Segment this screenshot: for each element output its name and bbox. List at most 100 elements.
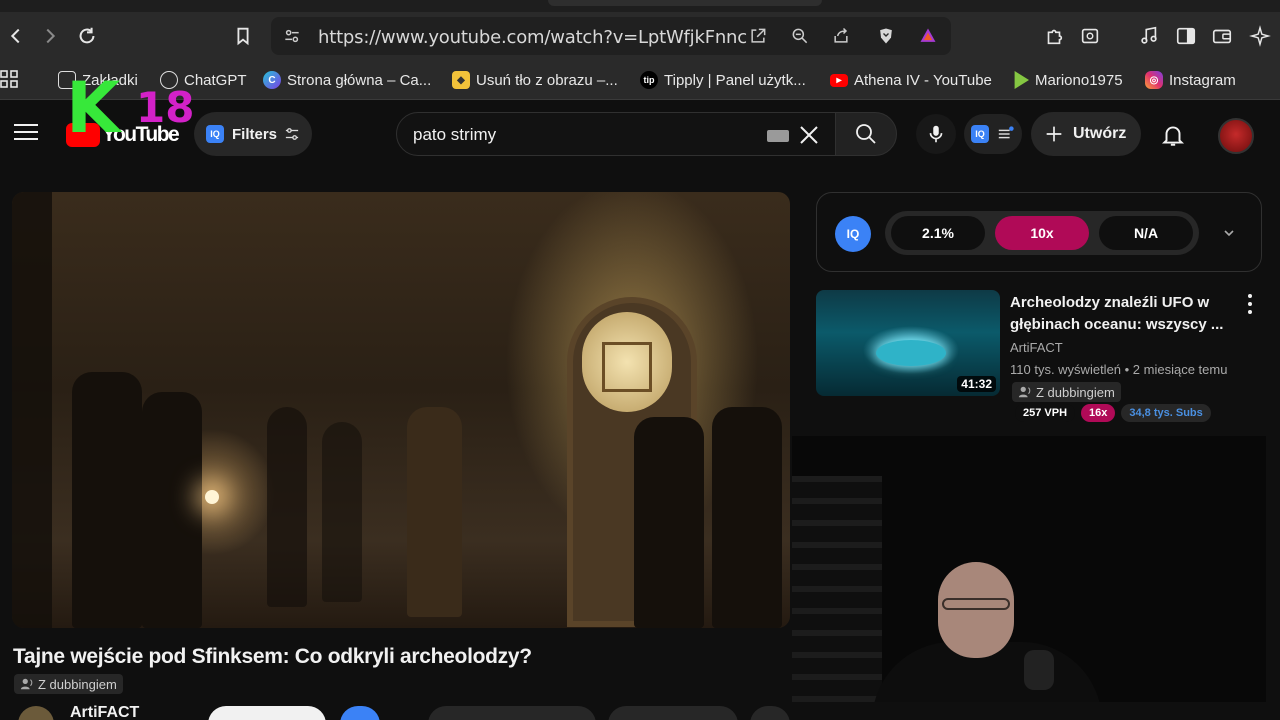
bookmark-instagram[interactable]: ◎ Instagram [1145, 69, 1236, 91]
instagram-icon: ◎ [1145, 71, 1163, 89]
k18-letter: K [66, 67, 121, 149]
sliders-icon [285, 128, 299, 140]
bookmark-label: Mariono1975 [1035, 71, 1123, 89]
subscribe-button[interactable] [208, 706, 326, 720]
chevron-down-icon[interactable] [1219, 223, 1239, 243]
clear-search-icon[interactable] [797, 123, 821, 147]
brave-rewards-icon[interactable] [917, 25, 939, 47]
iq-icon: IQ [971, 125, 989, 143]
notifications-icon[interactable] [1160, 122, 1186, 148]
sidebar-icon[interactable] [1174, 24, 1198, 48]
media-controls-icon[interactable] [1137, 24, 1161, 48]
like-dislike-button[interactable] [428, 706, 596, 720]
active-tab-edge[interactable] [548, 0, 822, 6]
dubbed-badge: Z dubbingiem [1012, 382, 1121, 402]
recommended-meta: 110 tys. wyświetleń • 2 miesiące temu [1010, 362, 1228, 377]
dubbed-label: Z dubbingiem [1036, 384, 1115, 400]
bookmark-tipply[interactable]: tip Tipply | Panel użytk... [640, 69, 806, 91]
video-title: Tajne wejście pod Sfinksem: Co odkryli a… [13, 645, 532, 668]
channel-name[interactable]: ArtiFACT [70, 704, 139, 720]
bookmark-mariono[interactable]: Mariono1975 [1011, 69, 1123, 91]
webcam-overlay [792, 436, 1266, 702]
voice-search-button[interactable] [916, 114, 956, 154]
bookmark-label: Usuń tło z obrazu –... [476, 71, 618, 89]
iq-logo-icon: IQ [835, 216, 871, 252]
browser-toolbar: https://www.youtube.com/watch?v=LptWfjkF… [0, 12, 1280, 60]
iq-stats-panel: IQ 2.1% 10x N/A [816, 192, 1262, 272]
rumble-icon [1014, 71, 1029, 89]
iq-chips: 257 VPH 16x 34,8 tys. Subs [1015, 404, 1211, 422]
back-icon[interactable] [4, 24, 28, 48]
recommended-channel[interactable]: ArtiFACT [1010, 340, 1063, 355]
more-options-icon[interactable] [1246, 294, 1254, 314]
person-voice-icon [1018, 386, 1031, 398]
list-icon [998, 126, 1014, 139]
video-player[interactable] [12, 192, 790, 628]
search-query[interactable]: pato strimy [413, 125, 496, 145]
channel-avatar[interactable] [18, 706, 54, 720]
site-settings-icon[interactable] [281, 25, 303, 47]
reader-mode-icon[interactable] [1078, 24, 1102, 48]
address-bar[interactable]: https://www.youtube.com/watch?v=LptWfjkF… [271, 17, 951, 55]
brave-shields-icon[interactable] [875, 25, 897, 47]
iq-stat-multiplier: 10x [995, 216, 1089, 250]
search-icon [856, 124, 876, 144]
filters-label: Filters [232, 125, 278, 143]
streamer-microphone [1024, 650, 1054, 690]
filters-button[interactable]: IQ Filters [194, 112, 312, 156]
person-voice-icon [20, 678, 33, 690]
iq-icon: IQ [206, 125, 224, 143]
account-avatar[interactable] [1218, 118, 1254, 154]
extensions-icon[interactable] [1042, 24, 1066, 48]
bookmark-remove-bg[interactable]: ◆ Usuń tło z obrazu –... [452, 69, 618, 91]
wallet-icon[interactable] [1210, 24, 1234, 48]
iq-playlist-button[interactable]: IQ [964, 114, 1022, 154]
create-button[interactable]: Utwórz [1031, 112, 1141, 156]
apps-grid-icon[interactable] [0, 69, 20, 91]
streamer-head [938, 562, 1014, 658]
microphone-icon [929, 125, 943, 143]
bookmark-label: Instagram [1169, 71, 1236, 89]
streamer-glasses [942, 598, 1010, 610]
lantern-light [205, 490, 219, 504]
subs-chip: 34,8 tys. Subs [1121, 404, 1211, 422]
bookmark-label: Athena IV - YouTube [854, 71, 992, 89]
keyboard-icon[interactable] [767, 130, 789, 142]
video-thumbnail[interactable]: 41:32 [816, 290, 1000, 396]
zoom-icon[interactable] [789, 25, 811, 47]
iq-stat-engagement: 2.1% [891, 216, 985, 250]
search-button[interactable] [835, 112, 897, 156]
video-duration: 41:32 [957, 376, 996, 392]
share-icon[interactable] [830, 25, 852, 47]
tipply-icon: tip [640, 71, 658, 89]
bookmark-label: Tipply | Panel użytk... [664, 71, 806, 89]
bookmark-label: Strona główna – Ca... [287, 71, 432, 89]
multiplier-chip: 16x [1081, 404, 1116, 422]
remove-bg-icon: ◆ [452, 71, 470, 89]
bookmark-athena[interactable]: ▸ Athena IV - YouTube [830, 69, 992, 91]
menu-icon[interactable] [14, 122, 38, 142]
portal-glyph [602, 342, 652, 392]
url-text[interactable]: https://www.youtube.com/watch?v=LptWfjkF… [318, 27, 747, 48]
share-button[interactable] [608, 706, 738, 720]
canva-icon: C [263, 71, 281, 89]
plus-icon [1046, 126, 1062, 142]
leo-ai-icon[interactable] [1248, 24, 1272, 48]
open-external-icon[interactable] [747, 25, 769, 47]
bookmark-page-icon[interactable] [231, 24, 255, 48]
iq-action-button[interactable] [340, 706, 380, 720]
reload-icon[interactable] [75, 24, 99, 48]
background-stairs [792, 476, 882, 702]
recommended-video[interactable]: 41:32 Archeolodzy znaleźli UFO w głębina… [816, 290, 1266, 422]
bookmark-canva[interactable]: C Strona główna – Ca... [263, 69, 431, 91]
dubbed-label: Z dubbingiem [38, 676, 117, 692]
more-actions-button[interactable] [750, 706, 790, 720]
create-label: Utwórz [1073, 125, 1127, 142]
recommended-title[interactable]: Archeolodzy znaleźli UFO w głębinach oce… [1010, 292, 1236, 336]
vph-chip: 257 VPH [1015, 404, 1076, 422]
search-input[interactable]: pato strimy [396, 112, 836, 156]
iq-stat-na: N/A [1099, 216, 1193, 250]
iq-stat-group: 2.1% 10x N/A [885, 211, 1199, 255]
forward-icon[interactable] [38, 24, 62, 48]
channel-row: ArtiFACT [18, 704, 798, 720]
